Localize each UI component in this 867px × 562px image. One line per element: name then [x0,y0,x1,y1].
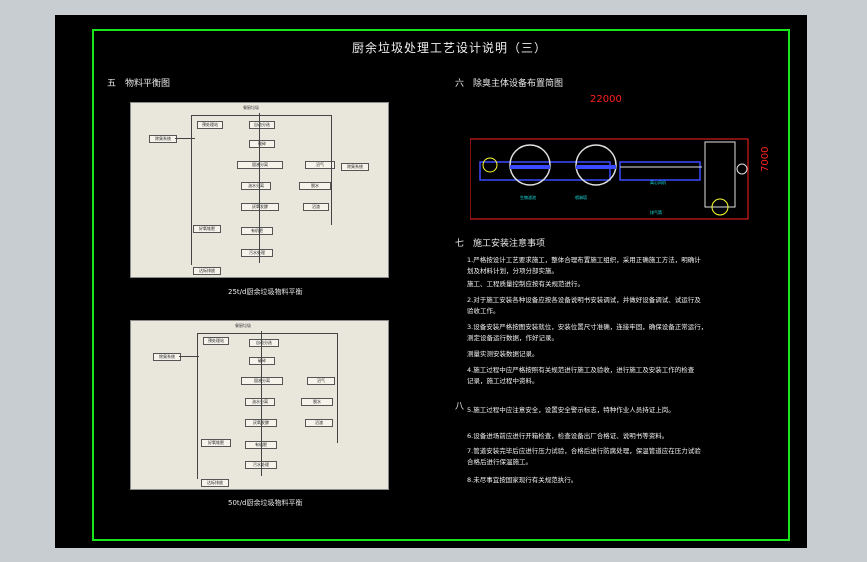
chart1-top-label: 餐厨垃圾 [243,105,259,110]
chart1-left-box: 除臭系统 [149,135,177,143]
note-line: 合格后进行保温施工。 [467,458,532,466]
chart1-node: 沼渣 [303,203,329,211]
chart1-node: 厌氧发酵 [241,203,279,211]
layout-label: 喷淋塔 [575,195,587,200]
chart1-node: 油水分离 [241,182,271,190]
note-line: 2.对于施工安装各种设备应按各设备说明书安装调试，并做好设备调试、试运行及 [467,296,701,304]
chart1-node: 自动分选 [249,121,275,129]
chart2-node: 沼气 [307,377,335,385]
note-line: 5.施工过程中应注意安全，设置安全警示标志，特种作业人员持证上岗。 [467,406,675,414]
equipment-layout-plan [469,111,758,223]
equipment-layout-svg [469,111,758,220]
layout-label: 生物滤池 [520,195,536,200]
layout-height-dimension: 7000 [760,146,771,172]
note-line: 8.未尽事宜按国家现行有关规范执行。 [467,476,578,484]
note-line: 验收工作。 [467,307,500,315]
chart1-flow-line [331,115,332,225]
chart2-caption: 50t/d厨余垃圾物料平衡 [228,499,303,507]
section-eight-label: 八 [455,402,465,412]
chart2-node: 沼渣 [305,419,333,427]
section-installation-notes: 七 施工安装注意事项 [455,239,546,249]
note-line: 7.管道安装完毕后应进行压力试验，合格后进行防腐处理，保温管道应在压力试验 [467,447,701,455]
chart2-node: 油水分离 [245,398,275,406]
drawing-title: 厨余垃圾处理工艺设计说明（三） [352,41,548,55]
chart2-flow-line [337,333,338,443]
note-line: 3.设备安装严格按图安装就位，安装位置尺寸准确，连接牢固，确保设备正常运行， [467,323,708,331]
note-line: 1.严格按设计工艺要求施工，整体合理布置施工组织，采用正确施工方法，明确计 [467,256,701,264]
note-line: 施工、工程质量控制应按有关规范进行。 [467,280,584,288]
chart2-flow-line [197,333,337,334]
chart2-node: 预处理站 [203,337,229,345]
note-line: 记录，施工过程中资料。 [467,377,539,385]
chart2-left-box: 除臭系统 [153,353,181,361]
chart2-node: 脱水 [301,398,333,406]
layout-label: 排气筒 [650,210,662,215]
chart2-node: 破碎 [249,357,275,365]
layout-label: 离心风机 [650,180,666,185]
chart1-node: 脱水 [299,182,331,190]
chart1-flow-line [175,138,195,139]
chart1-caption: 25t/d厨余垃圾物料平衡 [228,288,303,296]
note-line: 测量实测安装数据记录。 [467,350,539,358]
material-balance-chart-1: 餐厨垃圾 除臭系统 预处理站 自动分选 破碎 固液分离 油水分离 厌氧发酵 沼气… [130,102,389,278]
chart1-node: 好氧堆肥 [193,225,221,233]
note-line: 4.施工过程中应严格按照有关规范进行施工及验收，进行施工及安装工作的检查 [467,366,695,374]
chart2-node: 达标排放 [201,479,229,487]
chart1-node: 有机肥 [241,227,273,235]
chart1-node: 预处理站 [197,121,223,129]
chart1-flow-line [191,115,331,116]
chart1-node: 破碎 [249,140,275,148]
note-line: 6.设备进场前应进行开箱检查，检查设备出厂合格证、说明书等资料。 [467,432,669,440]
chart1-flow-line [259,113,260,263]
section-material-balance: 五 物料平衡图 [107,79,171,89]
chart1-node: 污水处理 [241,249,273,257]
chart2-flow-line [197,333,198,479]
chart2-node: 固液分离 [241,377,283,385]
chart2-top-label: 餐厨垃圾 [235,323,251,328]
chart2-node: 自动分选 [249,339,279,347]
material-balance-chart-2: 餐厨垃圾 除臭系统 预处理站 自动分选 破碎 固液分离 油水分离 厌氧发酵 沼气… [130,320,389,490]
note-line: 测定设备运行数据，作好记录。 [467,334,558,342]
chart1-node: 达标排放 [193,267,221,275]
chart2-node: 好氧堆肥 [201,439,231,447]
chart2-flow-line [179,356,199,357]
chart1-node: 除臭系统 [341,163,369,171]
chart2-flow-line [261,331,262,476]
section-equipment-layout: 六 除臭主体设备布置简图 [455,79,564,89]
note-line: 划及材料计划，分项分部实施。 [467,267,558,275]
chart1-node: 固液分离 [237,161,283,169]
layout-length-dimension: 22000 [590,94,622,105]
